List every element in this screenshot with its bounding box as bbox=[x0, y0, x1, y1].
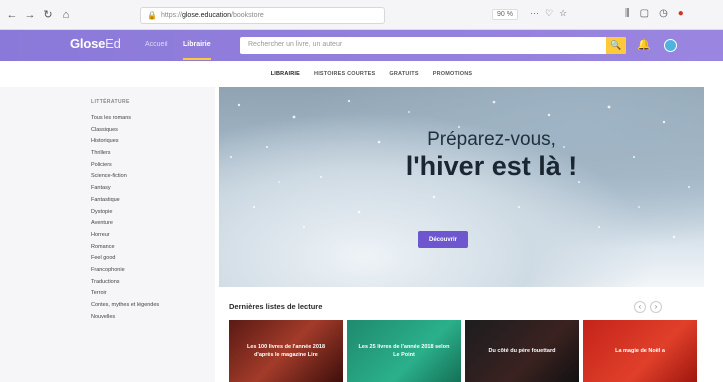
snowfall-decoration bbox=[230, 99, 690, 239]
browser-tools: ⫼ ▢ ◷ ● bbox=[625, 8, 684, 19]
library-icon[interactable]: ⫼ bbox=[625, 8, 630, 19]
browser-nav: ← → ↻ ⌂ bbox=[6, 9, 106, 21]
reading-list-card[interactable]: Les 25 livres de l'année 2018 selon Le P… bbox=[347, 320, 461, 382]
sidebar-item[interactable]: Francophonie bbox=[91, 265, 159, 277]
sidebar-item[interactable]: Contes, mythes et légendes bbox=[91, 300, 159, 312]
sidebar-item[interactable]: Policiers bbox=[91, 160, 159, 172]
sidebar-icon[interactable]: ▢ bbox=[640, 8, 649, 19]
app-header: GloseEd Accueil Librairie Rechercher un … bbox=[0, 30, 723, 61]
sidebar-item[interactable]: Horreur bbox=[91, 230, 159, 242]
address-bar[interactable]: 🔒 https://glose.education/bookstore bbox=[140, 7, 385, 24]
reading-list-card[interactable]: Du côté du père fouettard bbox=[465, 320, 579, 382]
tab-promotions[interactable]: PROMOTIONS bbox=[433, 71, 473, 77]
glose-logo[interactable]: GloseEd bbox=[70, 36, 121, 51]
discover-button[interactable]: Découvrir bbox=[418, 231, 468, 248]
chevron-right-icon[interactable]: › bbox=[650, 301, 662, 313]
sidebar-item[interactable]: Classiques bbox=[91, 125, 159, 137]
sidebar-item[interactable]: Science-fiction bbox=[91, 171, 159, 183]
pocket-icon[interactable]: ♡ bbox=[545, 8, 553, 19]
sidebar-item[interactable]: Terroir bbox=[91, 288, 159, 300]
bookmark-star-icon[interactable]: ☆ bbox=[559, 8, 567, 19]
logo-suffix: Ed bbox=[105, 36, 121, 51]
reading-list-card[interactable]: Les 100 livres de l'année 2018 d'après l… bbox=[229, 320, 343, 382]
bell-icon[interactable]: 🔔 bbox=[637, 38, 651, 51]
sidebar-item[interactable]: Historiques bbox=[91, 136, 159, 148]
url-actions: ··· ♡ ☆ bbox=[530, 8, 567, 19]
nav-librairie[interactable]: Librairie bbox=[183, 41, 211, 60]
card-title: Les 100 livres de l'année 2018 d'après l… bbox=[246, 344, 326, 358]
genre-sidebar: LITTÉRATURE Tous les romans Classiques H… bbox=[0, 87, 215, 382]
sidebar-item[interactable]: Romance bbox=[91, 242, 159, 254]
reading-list-carousel: Les 100 livres de l'année 2018 d'après l… bbox=[229, 320, 723, 382]
lock-icon: 🔒 bbox=[147, 11, 157, 20]
record-icon[interactable]: ● bbox=[678, 8, 684, 19]
category-tabs: LIBRAIRIE HISTOIRES COURTES GRATUITS PRO… bbox=[0, 61, 723, 87]
url-path: /bookstore bbox=[231, 12, 264, 19]
url-prefix: https:// bbox=[160, 12, 182, 19]
logo-text: Glose bbox=[70, 36, 106, 51]
search-input[interactable]: Rechercher un livre, un auteur bbox=[240, 37, 626, 54]
reading-list-card[interactable]: La magie de Noël a bbox=[583, 320, 697, 382]
sidebar-item[interactable]: Fantasy bbox=[91, 183, 159, 195]
sidebar-item[interactable]: Aventure bbox=[91, 218, 159, 230]
sidebar-title: LITTÉRATURE bbox=[91, 99, 130, 105]
genre-list: Tous les romans Classiques Historiques T… bbox=[91, 113, 159, 323]
forward-icon[interactable]: → bbox=[24, 9, 36, 21]
sidebar-item[interactable]: Dystopie bbox=[91, 207, 159, 219]
tab-gratuits[interactable]: GRATUITS bbox=[389, 71, 418, 77]
hero-line-1: Préparez-vous, bbox=[427, 129, 556, 150]
reload-icon[interactable]: ↻ bbox=[42, 9, 54, 21]
home-icon[interactable]: ⌂ bbox=[60, 9, 72, 21]
sidebar-item[interactable]: Tous les romans bbox=[91, 113, 159, 125]
zoom-indicator[interactable]: 90 % bbox=[492, 9, 518, 20]
card-title: Les 25 livres de l'année 2018 selon Le P… bbox=[358, 344, 450, 358]
chevron-left-icon[interactable]: ‹ bbox=[634, 301, 646, 313]
history-icon[interactable]: ◷ bbox=[659, 8, 668, 19]
sidebar-item[interactable]: Traductions bbox=[91, 277, 159, 289]
tab-librairie[interactable]: LIBRAIRIE bbox=[271, 71, 300, 77]
browser-toolbar: ← → ↻ ⌂ 🔒 https://glose.education/bookst… bbox=[0, 0, 723, 30]
avatar[interactable] bbox=[664, 39, 677, 52]
search-icon[interactable]: 🔍 bbox=[606, 37, 626, 54]
hero-line-2: l'hiver est là ! bbox=[405, 151, 578, 181]
card-title: La magie de Noël a bbox=[615, 348, 665, 354]
sidebar-item[interactable]: Fantastique bbox=[91, 195, 159, 207]
sidebar-item[interactable]: Thrillers bbox=[91, 148, 159, 160]
card-title: Du côté du père fouettard bbox=[488, 348, 556, 354]
nav-accueil[interactable]: Accueil bbox=[145, 41, 168, 48]
sidebar-item[interactable]: Feel good bbox=[91, 253, 159, 265]
winter-hero-banner[interactable]: Préparez-vous, l'hiver est là ! Découvri… bbox=[219, 87, 704, 287]
tab-histoires-courtes[interactable]: HISTOIRES COURTES bbox=[314, 71, 375, 77]
back-icon[interactable]: ← bbox=[6, 9, 18, 21]
url-host: glose.education bbox=[181, 12, 232, 19]
reading-lists-title: Dernières listes de lecture bbox=[229, 302, 323, 311]
sidebar-item[interactable]: Nouvelles bbox=[91, 312, 159, 324]
carousel-arrows: ‹ › bbox=[634, 301, 662, 313]
page-actions-icon[interactable]: ··· bbox=[530, 8, 539, 19]
